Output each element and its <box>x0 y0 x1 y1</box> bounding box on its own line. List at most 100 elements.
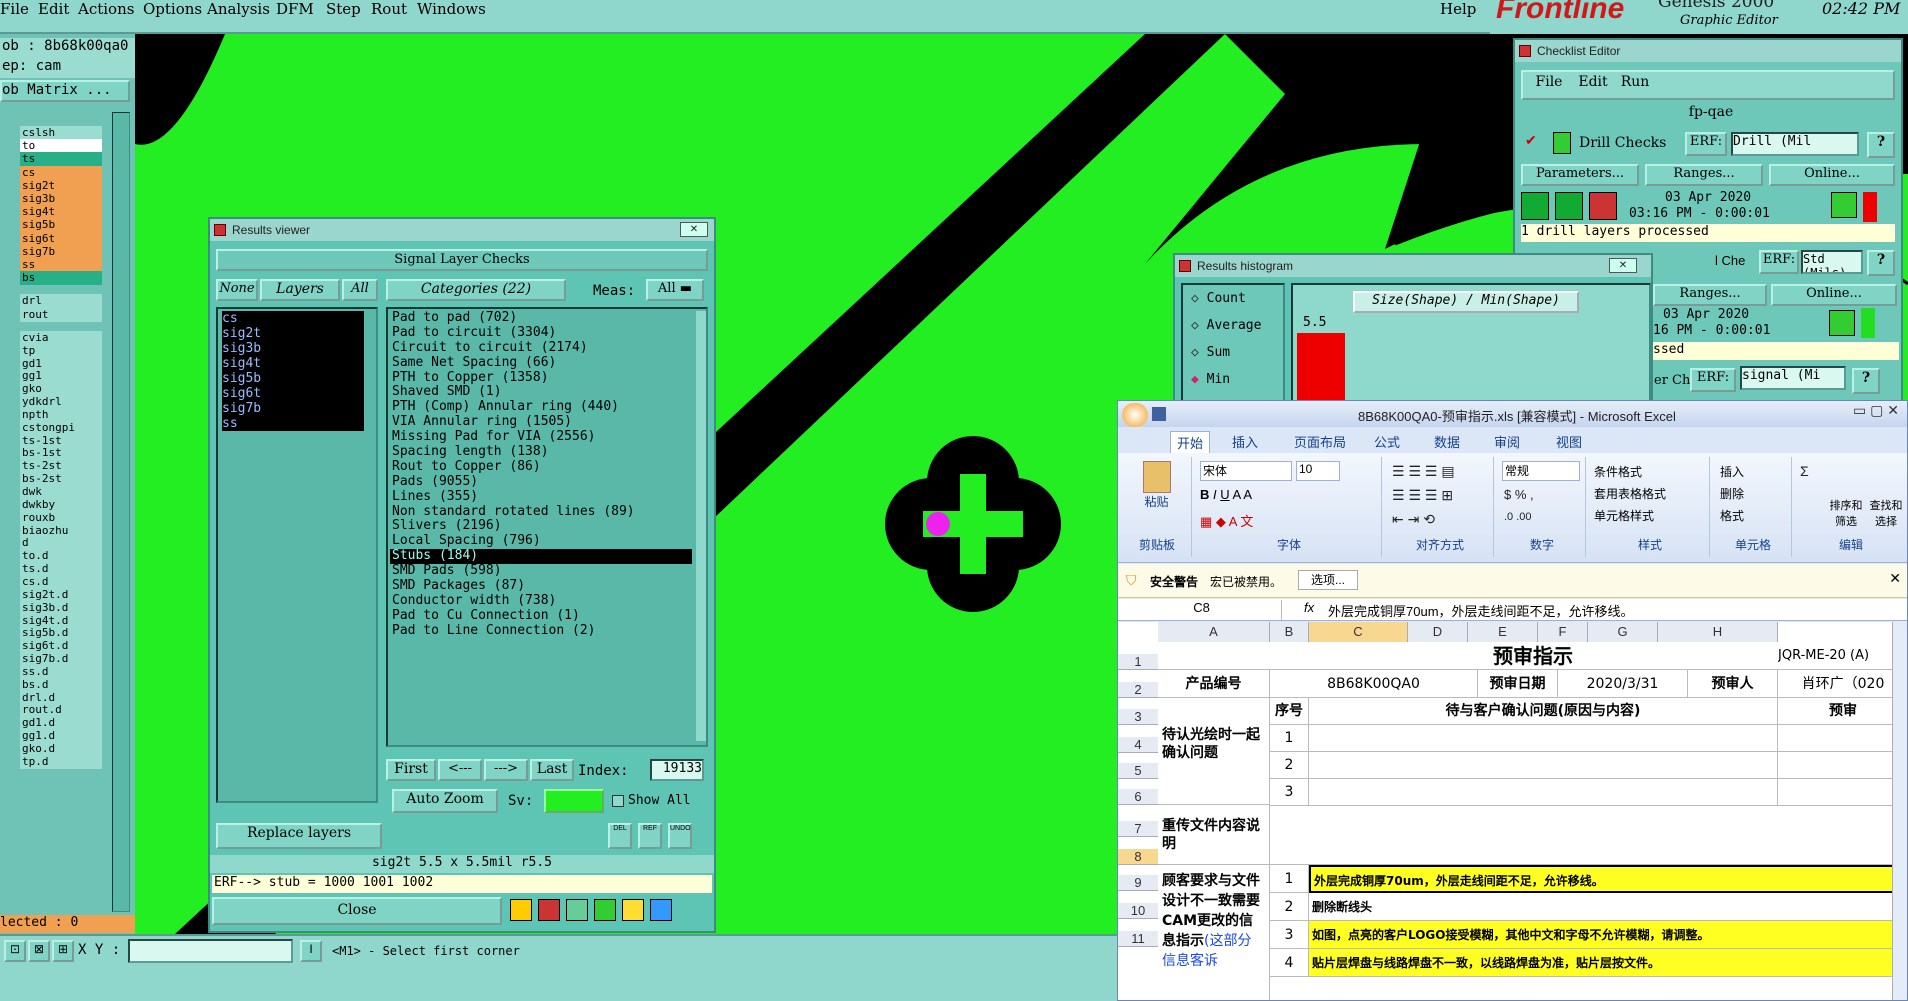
meas-dropdown[interactable]: All ▬ <box>646 279 704 301</box>
layer-row[interactable]: tp.d <box>20 754 102 769</box>
sheet-cell[interactable]: 3 <box>1270 921 1309 949</box>
auto-zoom-dropdown[interactable]: Auto Zoom <box>392 789 498 813</box>
numbers-icon[interactable] <box>594 899 616 921</box>
sheet-cell[interactable]: 肖环广（020 <box>1778 670 1907 698</box>
sort-filter-button[interactable]: 排序和筛选 <box>1826 497 1866 529</box>
categories-list-box[interactable]: Pad to pad (702) Pad to circuit (3304) Cir… <box>386 307 708 747</box>
align-icons[interactable]: ☰ ☰ ☰ ▤ <box>1392 463 1455 480</box>
sheet-cell[interactable] <box>1778 725 1907 752</box>
layer-row[interactable]: drl <box>20 294 102 309</box>
ranges2-button[interactable]: Ranges... <box>1653 284 1767 306</box>
category-item[interactable]: SMD Packages (87) <box>390 578 692 594</box>
cell-style-button[interactable]: 单元格样式 <box>1594 507 1654 524</box>
column-header[interactable]: A <box>1158 622 1270 642</box>
paste-label[interactable]: 粘贴 <box>1122 493 1191 510</box>
sheet-cell[interactable]: 预审 <box>1778 698 1907 725</box>
format-button[interactable]: 格式 <box>1720 507 1744 524</box>
category-item[interactable]: Pad to pad (702) <box>390 310 692 326</box>
layer-row[interactable]: sig2t <box>20 178 102 193</box>
layer-list-item[interactable]: sig6t <box>222 386 364 401</box>
layer-list-item[interactable]: sig2t <box>222 326 364 341</box>
measure-icon[interactable]: ⊠ <box>28 940 50 962</box>
layer-row[interactable]: cs <box>20 165 102 180</box>
indent-icons[interactable]: ⇤ ⇥ ⟲ <box>1392 511 1435 528</box>
sheet-cell[interactable]: 1 <box>1270 865 1309 893</box>
layers-button[interactable]: Layers <box>260 279 340 301</box>
close-icon[interactable]: ✕ <box>1609 258 1637 273</box>
sheet-cell[interactable]: 2020/3/31 <box>1558 670 1688 698</box>
layer-list-item[interactable]: sig3b <box>222 341 364 356</box>
close-icon[interactable]: ✕ <box>1889 570 1901 587</box>
category-item[interactable]: Shaved SMD (1) <box>390 385 692 400</box>
ribbon-tab[interactable]: 审阅 <box>1488 431 1526 452</box>
cursor-icon[interactable]: I <box>300 940 322 962</box>
category-item[interactable]: Same Net Spacing (66) <box>390 355 692 371</box>
category-item[interactable]: Pads (9055) <box>390 474 692 490</box>
layer-list-item[interactable]: sig5b <box>222 371 364 386</box>
first-button[interactable]: First <box>386 759 436 781</box>
insert-button[interactable]: 插入 <box>1720 463 1744 480</box>
table-format-button[interactable]: 套用表格格式 <box>1594 485 1666 502</box>
sheet-scrollbar[interactable] <box>1892 622 1907 1000</box>
ref-icon[interactable]: REF <box>638 823 662 849</box>
delete-button[interactable]: 删除 <box>1720 485 1744 502</box>
sheet-cell[interactable]: 贴片层焊盘与线路焊盘不一致，以线路焊盘为准，贴片层按文件。 <box>1309 949 1907 977</box>
show-all-checkbox[interactable] <box>612 795 624 807</box>
row-header[interactable]: 6 <box>1118 789 1158 805</box>
options-button[interactable]: 选项... <box>1298 570 1358 590</box>
check2-erf-dropdown[interactable]: Std (Mils) <box>1801 250 1863 274</box>
job-matrix-button[interactable]: ob Matrix ... <box>0 80 130 102</box>
next-button[interactable]: ---> <box>484 759 528 781</box>
online-button[interactable]: Online... <box>1769 164 1895 186</box>
layer-list-item[interactable]: cs <box>222 311 364 326</box>
replace-layers-dropdown[interactable]: Replace layers <box>216 823 382 849</box>
category-item[interactable]: PTH to Copper (1358) <box>390 370 692 386</box>
column-header[interactable]: D <box>1408 622 1468 642</box>
row-header[interactable]: 11 <box>1118 931 1158 947</box>
sheet-cell[interactable]: 外层完成铜厚70um，外层走线间距不足，允许移线。 <box>1309 865 1907 893</box>
row-header[interactable]: 2 <box>1118 682 1158 698</box>
sheet-cell[interactable]: 顾客要求与文件设计不一致需要CAM更改的信息指示(这部分信息客诉 <box>1158 865 1270 1000</box>
cancel-icon[interactable] <box>566 899 588 921</box>
ribbon-tab[interactable]: 数据 <box>1428 431 1466 452</box>
menu-help[interactable]: Help <box>1440 0 1476 18</box>
category-item[interactable]: VIA Annular ring (1505) <box>390 414 692 430</box>
align-icons[interactable]: ☰ ☰ ☰ ⊞ <box>1392 487 1453 504</box>
hist-option[interactable]: ◇ Average <box>1191 318 1261 333</box>
sheet-cell[interactable] <box>1309 752 1778 779</box>
column-header[interactable]: G <box>1588 622 1658 642</box>
del-icon[interactable]: DEL <box>608 823 632 849</box>
results-viewer-titlebar[interactable]: Results viewer ✕ <box>210 219 714 241</box>
doc-code[interactable]: JQR-ME-20 (A) <box>1778 648 1907 670</box>
sheet-cell[interactable]: 3 <box>1270 779 1309 806</box>
scale-icon[interactable] <box>510 899 532 921</box>
stop-icon[interactable] <box>1589 192 1617 220</box>
menu-options[interactable]: Options <box>143 0 202 18</box>
category-item[interactable]: Slivers (2196) <box>390 519 692 534</box>
layer-row[interactable]: sig6t <box>20 231 102 246</box>
sheet-cell[interactable]: 如图，点亮的客户LOGO接受模糊，其他中文和字母不允许模糊，请调整。 <box>1309 921 1907 949</box>
name-box[interactable]: C8 <box>1122 600 1282 620</box>
checklist-editor-titlebar[interactable]: Checklist Editor <box>1515 40 1901 62</box>
office-button[interactable] <box>1122 403 1148 427</box>
column-header[interactable]: C <box>1309 622 1408 642</box>
layer-row[interactable]: to <box>20 139 102 154</box>
hist-option[interactable]: ◇ Count <box>1191 291 1246 306</box>
ce-menu-edit[interactable]: Edit <box>1573 74 1613 96</box>
row-header[interactable]: 3 <box>1118 709 1158 725</box>
sheet-cell[interactable] <box>1778 779 1907 806</box>
column-header[interactable]: F <box>1538 622 1588 642</box>
sheet-cell[interactable] <box>1309 779 1778 806</box>
ribbon-tab[interactable]: 插入 <box>1226 431 1264 452</box>
zoom-in-icon[interactable] <box>1831 192 1857 218</box>
category-item[interactable]: Spacing length (138) <box>390 444 692 460</box>
ce-menu-run[interactable]: Run <box>1615 74 1655 96</box>
menu-dfm[interactable]: DFM <box>276 0 314 18</box>
sheet-cell[interactable]: 2 <box>1270 752 1309 779</box>
menu-actions[interactable]: Actions <box>78 0 134 18</box>
index-input[interactable]: 19133 <box>650 759 704 781</box>
category-item[interactable]: PTH (Comp) Annular ring (440) <box>390 399 692 415</box>
run-icon[interactable] <box>1521 192 1549 220</box>
prev-button[interactable]: <--- <box>438 759 482 781</box>
help-icon[interactable]: ? <box>1867 132 1895 158</box>
